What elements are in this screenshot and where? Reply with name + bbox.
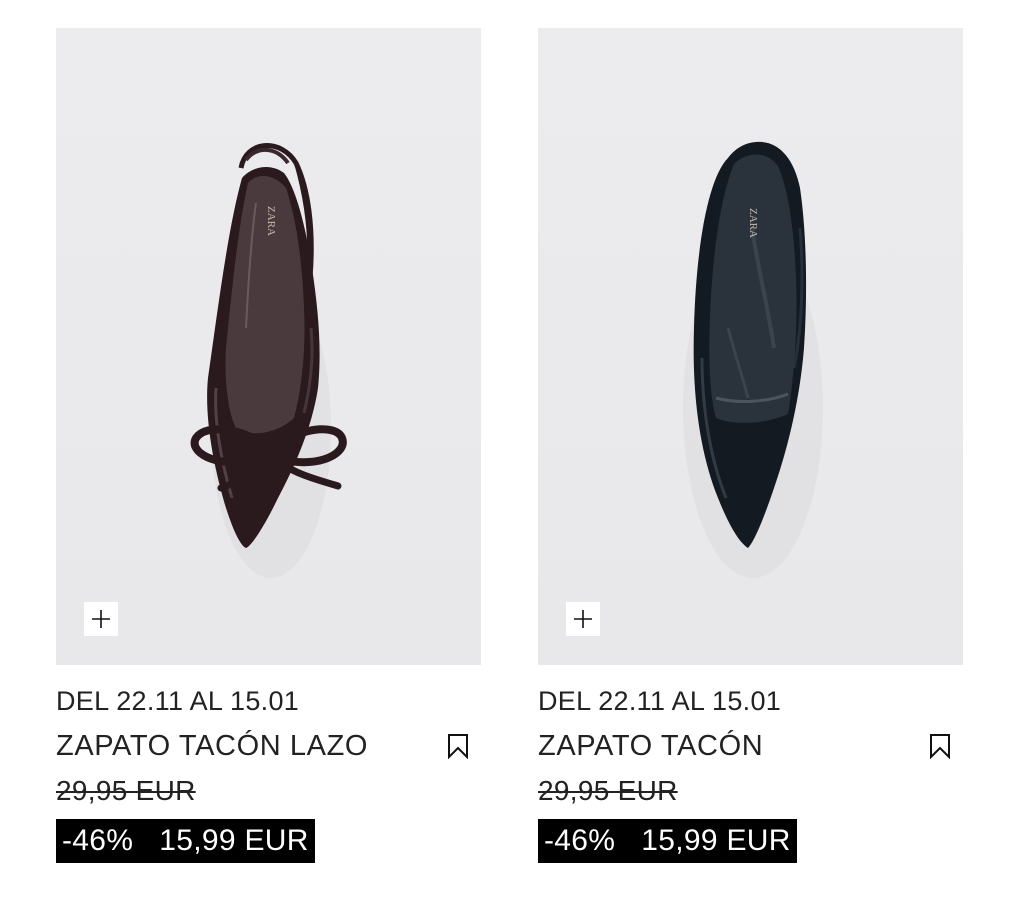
promo-dates: DEL 22.11 AL 15.01 [538, 686, 782, 716]
sale-price-badge: -46% 15,99 EUR [56, 819, 315, 863]
svg-text:ZARA: ZARA [265, 206, 277, 236]
add-to-cart-button[interactable] [566, 602, 600, 636]
product-name[interactable]: ZAPATO TACÓN LAZO [56, 730, 368, 762]
promo-dates: DEL 22.11 AL 15.01 [56, 686, 300, 716]
product-image[interactable]: ZARA [56, 28, 481, 665]
save-button[interactable] [447, 733, 469, 760]
product-card[interactable]: ZARA DEL 22.11 AL 15.01 ZAPATO TACÓN 29,… [538, 28, 963, 863]
sale-price: 15,99 EUR [159, 824, 309, 857]
plus-icon [574, 610, 592, 628]
original-price: 29,95 EUR [538, 775, 678, 806]
sale-price-badge: -46% 15,99 EUR [538, 819, 797, 863]
slingback-shoe-image: ZARA [190, 143, 347, 578]
sale-price: 15,99 EUR [641, 824, 791, 857]
original-price: 29,95 EUR [56, 775, 196, 806]
bookmark-icon [448, 734, 468, 760]
add-to-cart-button[interactable] [84, 602, 118, 636]
product-image[interactable]: ZARA [538, 28, 963, 665]
product-card[interactable]: ZARA DEL 22.11 AL 15.01 ZAPATO TACÓN LAZ… [56, 28, 481, 863]
plus-icon [92, 610, 110, 628]
pump-shoe-image: ZARA [683, 141, 823, 578]
discount-percent: -46% [62, 824, 134, 857]
save-button[interactable] [929, 733, 951, 760]
discount-percent: -46% [544, 824, 616, 857]
product-name[interactable]: ZAPATO TACÓN [538, 730, 763, 762]
svg-text:ZARA: ZARA [747, 208, 759, 238]
bookmark-icon [930, 734, 950, 760]
